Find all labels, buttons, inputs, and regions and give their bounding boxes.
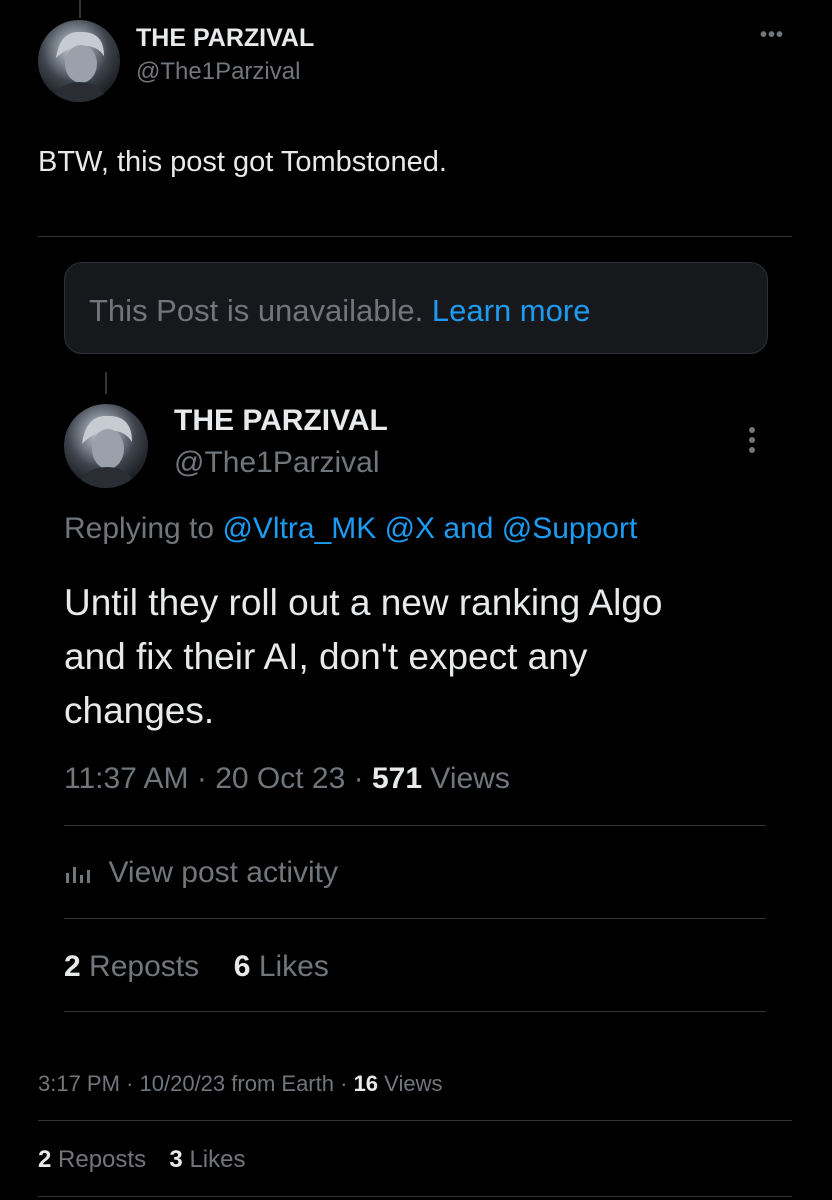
divider	[38, 1120, 792, 1121]
likes-label: Likes	[189, 1146, 246, 1173]
views-count: 571	[371, 762, 423, 795]
likes-label: Likes	[258, 950, 329, 983]
view-post-activity-button[interactable]: View post activity	[64, 856, 338, 896]
thread-line-top	[79, 0, 81, 18]
reposts-label: Reposts	[58, 1146, 147, 1173]
views-label: Views	[430, 762, 510, 795]
reposts-stat[interactable]: 2 Reposts	[64, 950, 207, 983]
quoted-post-text: Until they roll out a new ranking Algo a…	[64, 576, 663, 738]
post-date[interactable]: 20 Oct 23	[215, 762, 345, 795]
divider	[64, 918, 766, 919]
view-post-activity-label: View post activity	[108, 856, 338, 889]
quoted-author-name[interactable]: THE PARZIVAL	[174, 404, 388, 438]
divider	[38, 1196, 792, 1197]
post-time[interactable]: 11:37 AM	[64, 762, 189, 795]
outer-post-meta: 3:17 PM · 10/20/23 from Earth · 16 Views	[38, 1071, 443, 1096]
more-options-icon[interactable]: •••	[760, 24, 784, 47]
avatar-portrait-icon	[52, 31, 108, 102]
post-source: from Earth	[231, 1071, 334, 1096]
reposts-count: 2	[38, 1146, 52, 1173]
bar-chart-icon	[66, 867, 90, 883]
likes-stat[interactable]: 6 Likes	[234, 950, 329, 983]
post-text-line: changes.	[64, 690, 215, 731]
author-name[interactable]: THE PARZIVAL	[136, 24, 314, 53]
views-count: 16	[353, 1071, 379, 1096]
unavailable-post-card: This Post is unavailable. Learn more	[64, 262, 768, 354]
post-text-line: Until they roll out a new ranking Algo	[64, 582, 663, 623]
post-time[interactable]: 3:17 PM	[38, 1071, 120, 1096]
quoted-more-options-icon[interactable]	[744, 424, 760, 460]
post-text-line: and fix their AI, don't expect any	[64, 636, 588, 677]
likes-count: 6	[233, 950, 251, 983]
reposts-count: 2	[64, 950, 81, 983]
quoted-post-stats: 2 Reposts 6 Likes	[64, 950, 329, 984]
reposts-stat[interactable]: 2 Reposts	[38, 1146, 153, 1173]
quoted-author-handle[interactable]: @The1Parzival	[174, 446, 380, 480]
likes-count: 3	[169, 1146, 183, 1173]
replying-to-mentions[interactable]: @Vltra_MK @X and @Support	[222, 512, 637, 545]
replying-to: Replying to @Vltra_MK @X and @Support	[64, 512, 637, 546]
post-text: BTW, this post got Tombstoned.	[38, 146, 447, 178]
divider	[64, 1011, 766, 1012]
unavailable-message: This Post is unavailable.	[89, 293, 424, 328]
replying-to-label: Replying to	[64, 512, 215, 545]
divider	[64, 825, 766, 826]
quoted-avatar[interactable]	[64, 404, 148, 488]
author-handle[interactable]: @The1Parzival	[136, 58, 300, 86]
avatar[interactable]	[38, 20, 120, 102]
reposts-label: Reposts	[89, 950, 200, 983]
thread-line-quoted	[105, 372, 107, 394]
divider	[38, 236, 792, 237]
avatar-portrait-icon	[78, 415, 136, 488]
quoted-post-meta: 11:37 AM · 20 Oct 23 · 571 Views	[64, 762, 510, 795]
post-date[interactable]: 10/20/23	[140, 1071, 226, 1096]
outer-post-stats: 2 Reposts 3 Likes	[38, 1146, 245, 1174]
learn-more-link[interactable]: Learn more	[432, 293, 591, 328]
likes-stat[interactable]: 3 Likes	[169, 1146, 245, 1173]
views-label: Views	[384, 1071, 443, 1096]
